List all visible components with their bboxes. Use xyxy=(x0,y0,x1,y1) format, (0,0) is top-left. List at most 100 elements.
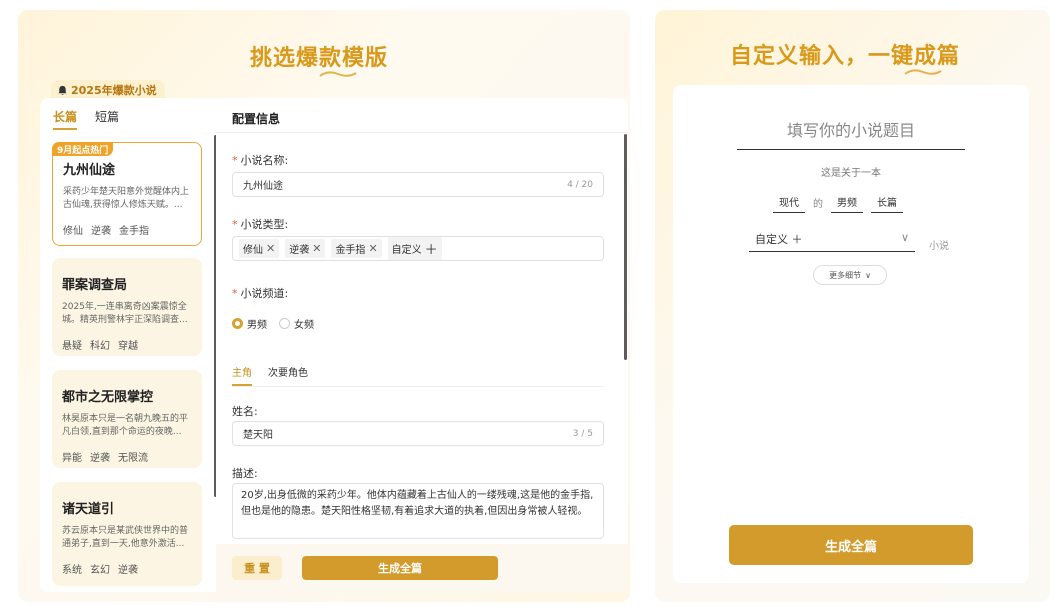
story-title: 都市之无限掌控 xyxy=(62,390,154,405)
novel-name-input[interactable]: 九州仙途 4 / 20 xyxy=(232,172,604,197)
type-label-text: 小说类型: xyxy=(240,218,289,231)
story-tag: 无限流 xyxy=(118,453,148,464)
about-label: 这是关于一本 xyxy=(821,168,881,179)
name-label: * 小说名称: xyxy=(232,152,288,168)
hero-name-counter: 3 / 5 xyxy=(572,428,593,439)
novel-name-value: 九州仙途 xyxy=(243,181,283,192)
story-tag: 科幻 xyxy=(90,341,110,352)
story-tags: 系统 玄幻 逆袭 xyxy=(62,561,192,576)
channel-radio-group: 男频 女频 xyxy=(232,316,314,331)
novel-type-input[interactable]: 修仙 ✕ 逆袭 ✕ 金手指 ✕ 自定义＋ xyxy=(232,236,604,261)
genre-select-label: 自定义 ＋ xyxy=(755,231,803,247)
radio-female[interactable]: 女频 xyxy=(279,316,314,331)
story-card-2[interactable]: 都市之无限掌控 林昊原本只是一名朝九晚五的平凡白领,直到那个命运的夜晚... 异… xyxy=(52,370,202,468)
type-chip-label: 金手指 xyxy=(335,245,366,256)
story-tag: 玄幻 xyxy=(90,565,110,576)
type-chip-label: 修仙 xyxy=(243,245,263,256)
novel-title-input[interactable]: 填写你的小说题目 xyxy=(737,117,965,150)
plus-icon: ＋ xyxy=(424,243,438,258)
active-role-indicator xyxy=(232,384,252,386)
era-select[interactable]: 现代 xyxy=(773,194,805,213)
type-label: * 小说类型: xyxy=(232,216,288,232)
story-card-1[interactable]: 罪案调查局 2025年,一连串离奇凶案震惊全城。精英刑警林宇正深陷调查... 悬… xyxy=(52,258,202,356)
divider xyxy=(216,132,628,133)
story-list: 长篇 短篇 9月起点热门 九州仙途 采药少年楚天阳意外觉醒体内上古仙魂,获得惊人… xyxy=(40,98,216,592)
config-header: 配置信息 xyxy=(232,112,281,126)
active-tab-indicator xyxy=(53,128,77,130)
story-card-3[interactable]: 诸天道引 苏云原本只是某武侠世界中的普通弟子,直到一天,他意外激活... 系统 … xyxy=(52,482,202,586)
story-tag: 逆袭 xyxy=(91,226,111,237)
story-desc: 苏云原本只是某武侠世界中的普通弟子,直到一天,他意外激活... xyxy=(62,526,189,549)
title-squiggle xyxy=(319,71,357,77)
bell-icon xyxy=(58,85,67,95)
close-icon[interactable]: ✕ xyxy=(312,242,321,255)
radio-dot xyxy=(279,318,290,329)
story-tag: 悬疑 xyxy=(62,341,82,352)
name-counter: 4 / 20 xyxy=(567,179,593,190)
hero-name-label: 姓名: xyxy=(232,405,258,418)
template-panel-title: 挑选爆款模版 xyxy=(250,46,389,71)
story-badge: 9月起点热门 xyxy=(52,142,114,156)
story-tag: 系统 xyxy=(62,565,82,576)
type-chip: 修仙 ✕ xyxy=(239,239,280,258)
story-title: 诸天道引 xyxy=(62,502,115,517)
more-details-label: 更多细节 xyxy=(829,270,862,280)
tab-secondary-roles[interactable]: 次要角色 xyxy=(268,364,308,379)
custom-input-panel: 自定义输入，一键成篇 填写你的小说题目 这是关于一本 现代 的 男频 长篇 自定… xyxy=(655,10,1050,602)
hot-novels-tag: 2025年爆款小说 xyxy=(51,80,165,100)
radio-male[interactable]: 男频 xyxy=(232,316,267,331)
more-details-button[interactable]: 更多细节 ∨ xyxy=(813,265,887,285)
hero-name-input[interactable]: 楚天阳 3 / 5 xyxy=(232,421,604,446)
plus-icon: ＋ xyxy=(791,233,803,246)
story-tag: 逆袭 xyxy=(90,453,110,464)
genre-select-value: 自定义 xyxy=(755,233,788,246)
of-text: 的 xyxy=(813,199,823,210)
type-chip: 金手指 ✕ xyxy=(331,239,382,258)
radio-dot-checked xyxy=(232,318,243,329)
hot-tag-label: 2025年爆款小说 xyxy=(71,84,157,97)
story-desc: 2025年,一连串离奇凶案震惊全城。精英刑警林宇正深陷调查... xyxy=(62,302,188,325)
hero-desc-textarea[interactable]: 20岁,出身低微的采药少年。他体内蕴藏着上古仙人的一缕残魂,这是他的金手指,但也… xyxy=(232,483,604,539)
story-desc: 采药少年楚天阳意外觉醒体内上古仙魂,获得惊人修炼天赋。... xyxy=(63,187,190,210)
config-scrollbar[interactable] xyxy=(624,134,627,360)
chevron-down-icon: ∨ xyxy=(900,231,909,244)
config-panel: 配置信息 * 小说名称: 九州仙途 4 / 20 * 小说类型: 修仙 ✕ 逆袭 ✕ 金… xyxy=(216,98,628,592)
required-mark: * xyxy=(232,287,238,300)
type-chip-label: 逆袭 xyxy=(289,245,310,256)
generate-button[interactable]: 生成全篇 xyxy=(302,556,498,580)
divider xyxy=(232,386,604,387)
type-tags: 修仙 ✕ 逆袭 ✕ 金手指 ✕ 自定义＋ xyxy=(239,237,442,260)
template-panel: 挑选爆款模版 2025年爆款小说 长篇 短篇 9月起点热门 九州仙途 采药少年楚… xyxy=(18,10,630,602)
required-mark: * xyxy=(232,154,238,167)
reset-button[interactable]: 重 置 xyxy=(232,556,282,580)
length-tabs: 长篇 短篇 xyxy=(53,108,119,125)
tab-short[interactable]: 短篇 xyxy=(95,108,119,125)
custom-type-button[interactable]: 自定义＋ xyxy=(387,237,442,260)
novel-attributes: 现代 的 男频 长篇 xyxy=(773,194,903,213)
required-mark: * xyxy=(232,218,238,231)
hero-name-value: 楚天阳 xyxy=(243,430,273,441)
role-tabs: 主角 次要角色 xyxy=(232,364,308,379)
length-select[interactable]: 长篇 xyxy=(871,194,903,213)
story-tags: 修仙 逆袭 金手指 xyxy=(63,222,191,237)
custom-input-card: 填写你的小说题目 这是关于一本 现代 的 男频 长篇 自定义 ＋ ∨ 小说 更多… xyxy=(673,85,1029,583)
title-squiggle xyxy=(904,69,942,75)
channel-label: * 小说频道: xyxy=(232,285,288,301)
story-title: 罪案调查局 xyxy=(62,278,128,293)
close-icon[interactable]: ✕ xyxy=(368,242,377,255)
channel-select[interactable]: 男频 xyxy=(831,194,863,213)
config-footer: 重 置 生成全篇 xyxy=(216,544,628,592)
close-icon[interactable]: ✕ xyxy=(266,242,275,255)
custom-type-label: 自定义 xyxy=(391,245,422,256)
custom-panel-title: 自定义输入，一键成篇 xyxy=(730,44,961,69)
story-tags: 悬疑 科幻 穿越 xyxy=(62,337,192,352)
genre-select[interactable]: 自定义 ＋ ∨ xyxy=(749,231,915,252)
tab-long[interactable]: 长篇 xyxy=(53,108,77,125)
novel-suffix: 小说 xyxy=(929,241,949,252)
story-card-0[interactable]: 9月起点热门 九州仙途 采药少年楚天阳意外觉醒体内上古仙魂,获得惊人修炼天赋。.… xyxy=(52,142,202,246)
generate-full-button[interactable]: 生成全篇 xyxy=(729,525,973,565)
radio-label: 男频 xyxy=(247,320,267,331)
tab-protagonist[interactable]: 主角 xyxy=(232,364,252,379)
story-desc: 林昊原本只是一名朝九晚五的平凡白领,直到那个命运的夜晚... xyxy=(62,414,189,437)
channel-label-text: 小说频道: xyxy=(240,287,289,300)
